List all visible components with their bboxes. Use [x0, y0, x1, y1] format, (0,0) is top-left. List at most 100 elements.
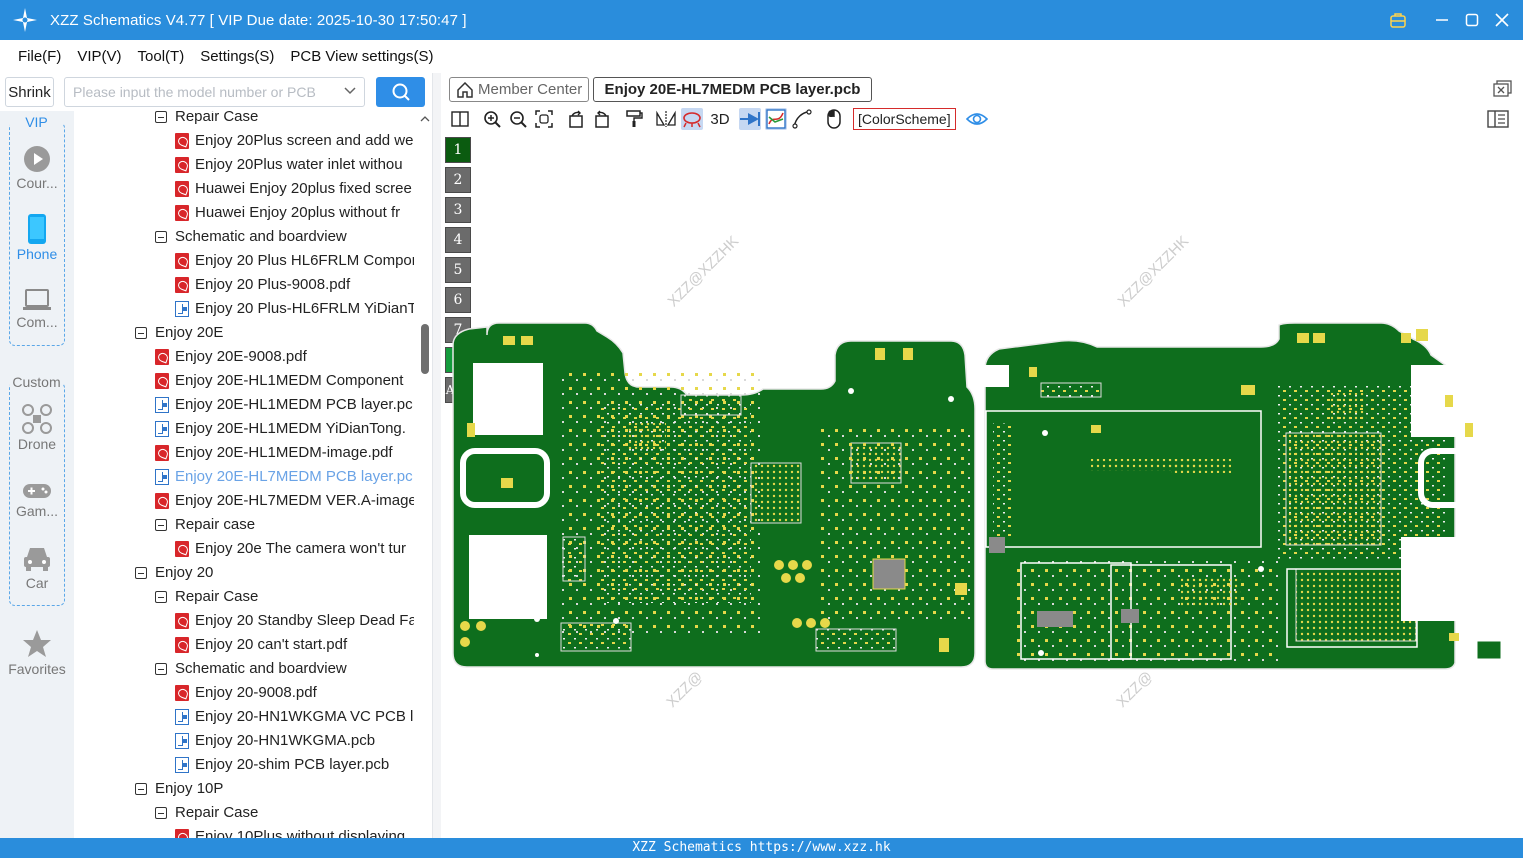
collapse-toggle-icon[interactable]	[155, 663, 167, 675]
tree-file[interactable]: Huawei Enjoy 20plus without fr	[175, 201, 414, 225]
pcb-cutout-left-bottom	[469, 535, 547, 619]
tree-file[interactable]: Enjoy 20Plus screen and add we	[175, 129, 414, 153]
split-view-icon[interactable]	[449, 108, 471, 130]
close-button[interactable]	[1491, 9, 1513, 31]
tree-file[interactable]: Enjoy 20E-HL1MEDM-image.pdf	[155, 441, 414, 465]
menu-pcb-view-settings[interactable]: PCB View settings(S)	[290, 48, 433, 65]
tree-file[interactable]: Enjoy 20-HN1WKGMA VC PCB l	[175, 705, 414, 729]
tree-file[interactable]: Enjoy 20E-9008.pdf	[155, 345, 414, 369]
three-d-button[interactable]: 3D	[707, 108, 733, 130]
tree-file[interactable]: Enjoy 20E-HL1MEDM PCB layer.pc	[155, 393, 414, 417]
tree-folder[interactable]: Enjoy 20	[135, 561, 414, 585]
rotate-left-icon[interactable]	[565, 108, 587, 130]
minimize-button[interactable]	[1431, 9, 1453, 31]
tree-folder[interactable]: Repair Case	[155, 111, 414, 129]
nav-game[interactable]: Gam...	[0, 481, 74, 519]
rotate-right-icon[interactable]	[591, 108, 613, 130]
tree-file[interactable]: Enjoy 20 Plus-9008.pdf	[175, 273, 414, 297]
nav-favorites[interactable]: Favorites	[0, 629, 74, 677]
menu-tool[interactable]: Tool(T)	[138, 48, 185, 65]
zoom-out-icon[interactable]	[507, 108, 529, 130]
menu-bar: File(F) VIP(V) Tool(T) Settings(S) PCB V…	[0, 40, 1523, 73]
vip-bag-icon[interactable]	[1387, 9, 1409, 31]
pcb-board[interactable]	[441, 133, 1523, 838]
side-panel-icon[interactable]	[1487, 108, 1509, 130]
pdf-file-icon	[155, 493, 169, 509]
search-input[interactable]: Please input the model number or PCB	[64, 77, 365, 107]
pcb-canvas[interactable]: 12345678ALL	[441, 133, 1523, 838]
menu-settings[interactable]: Settings(S)	[200, 48, 274, 65]
menu-vip[interactable]: VIP(V)	[77, 48, 121, 65]
collapse-toggle-icon[interactable]	[155, 231, 167, 243]
play-icon	[0, 145, 74, 173]
pcb-file-icon	[155, 469, 169, 485]
eye-icon[interactable]	[965, 108, 988, 130]
chevron-down-icon[interactable]	[344, 84, 356, 101]
tree-folder[interactable]: Repair Case	[155, 585, 414, 609]
mirror-icon[interactable]	[655, 108, 677, 130]
tree-folder[interactable]: Enjoy 20E	[135, 321, 414, 345]
curve-tool-icon[interactable]	[791, 108, 813, 130]
menu-file[interactable]: File(F)	[18, 48, 61, 65]
tree-file[interactable]: Enjoy 20 Plus-HL6FRLM YiDianT	[175, 297, 414, 321]
tree-scrollbar[interactable]	[418, 111, 432, 838]
pdf-file-icon	[175, 133, 189, 149]
nav-course[interactable]: Cour...	[0, 145, 74, 191]
tree-item-label: Enjoy 20E-9008.pdf	[175, 348, 307, 365]
shrink-button[interactable]: Shrink	[5, 77, 54, 107]
tree-folder[interactable]: Repair Case	[155, 801, 414, 825]
tree-file[interactable]: Enjoy 20E-HL1MEDM Component	[155, 369, 414, 393]
collapse-toggle-icon[interactable]	[155, 519, 167, 531]
scrollbar-thumb[interactable]	[421, 324, 429, 374]
tree-item-label: Enjoy 20 Standby Sleep Dead Fa	[195, 612, 414, 629]
collapse-toggle-icon[interactable]	[155, 807, 167, 819]
tree-file[interactable]: Enjoy 20-HN1WKGMA.pcb	[175, 729, 414, 753]
color-scheme-button[interactable]: [ColorScheme]	[853, 108, 956, 130]
trace-view-icon[interactable]	[765, 108, 787, 130]
collapse-toggle-icon[interactable]	[135, 327, 147, 339]
panel-splitter[interactable]	[432, 73, 441, 838]
maximize-button[interactable]	[1461, 9, 1483, 31]
search-button[interactable]	[376, 77, 425, 107]
category-nav: VIP Cour... Phone Com... Custom Drone Ga…	[0, 111, 74, 838]
tab-member-center[interactable]: Member Center	[449, 77, 590, 102]
tree-file[interactable]: Enjoy 20E-HL7MEDM VER.A-image	[155, 489, 414, 513]
tree-item-label: Schematic and boardview	[175, 228, 347, 245]
net-highlight-icon[interactable]	[681, 108, 703, 130]
tree-file[interactable]: Enjoy 20e The camera won't tur	[175, 537, 414, 561]
tree-file[interactable]: Enjoy 20 Plus HL6FRLM Compor	[175, 249, 414, 273]
nav-phone[interactable]: Phone	[0, 214, 74, 262]
tree-file[interactable]: Enjoy 20-shim PCB layer.pcb	[175, 753, 414, 777]
tree-file[interactable]: Huawei Enjoy 20plus fixed scree	[175, 177, 414, 201]
nav-drone[interactable]: Drone	[0, 404, 74, 452]
tree-folder[interactable]: Schematic and boardview	[155, 657, 414, 681]
tree-file[interactable]: Enjoy 20-9008.pdf	[175, 681, 414, 705]
collapse-toggle-icon[interactable]	[135, 567, 147, 579]
fit-view-icon[interactable]	[533, 108, 555, 130]
collapse-toggle-icon[interactable]	[155, 591, 167, 603]
tree-folder[interactable]: Enjoy 10P	[135, 777, 414, 801]
tree-file[interactable]: Enjoy 20E-HL7MEDM PCB layer.pc	[155, 465, 414, 489]
tree-file[interactable]: Enjoy 20Plus water inlet withou	[175, 153, 414, 177]
pcb-file-icon	[155, 397, 169, 413]
tree-file[interactable]: Enjoy 10Plus without displaying	[175, 825, 414, 838]
nav-computer[interactable]: Com...	[0, 288, 74, 330]
collapse-toggle-icon[interactable]	[155, 111, 167, 123]
tab-active-pcb[interactable]: Enjoy 20E-HL7MEDM PCB layer.pcb	[593, 77, 872, 102]
close-tab-icon[interactable]	[1493, 80, 1513, 103]
mouse-icon[interactable]	[823, 108, 845, 130]
nav-car[interactable]: Car	[0, 545, 74, 591]
pcb-toolbar: 3D [ColorScheme]	[441, 105, 1523, 133]
tree-item-label: Enjoy 20-HN1WKGMA VC PCB l	[195, 708, 414, 725]
paint-roller-icon[interactable]	[623, 108, 645, 130]
tree-file[interactable]: Enjoy 20E-HL1MEDM YiDianTong.	[155, 417, 414, 441]
pdf-file-icon	[175, 637, 189, 653]
tree-item-label: Repair Case	[175, 111, 259, 125]
zoom-in-icon[interactable]	[481, 108, 503, 130]
tree-folder[interactable]: Schematic and boardview	[155, 225, 414, 249]
pin-mode-icon[interactable]	[739, 108, 761, 130]
collapse-toggle-icon[interactable]	[135, 783, 147, 795]
tree-file[interactable]: Enjoy 20 can't start.pdf	[175, 633, 414, 657]
tree-folder[interactable]: Repair case	[155, 513, 414, 537]
tree-file[interactable]: Enjoy 20 Standby Sleep Dead Fa	[175, 609, 414, 633]
